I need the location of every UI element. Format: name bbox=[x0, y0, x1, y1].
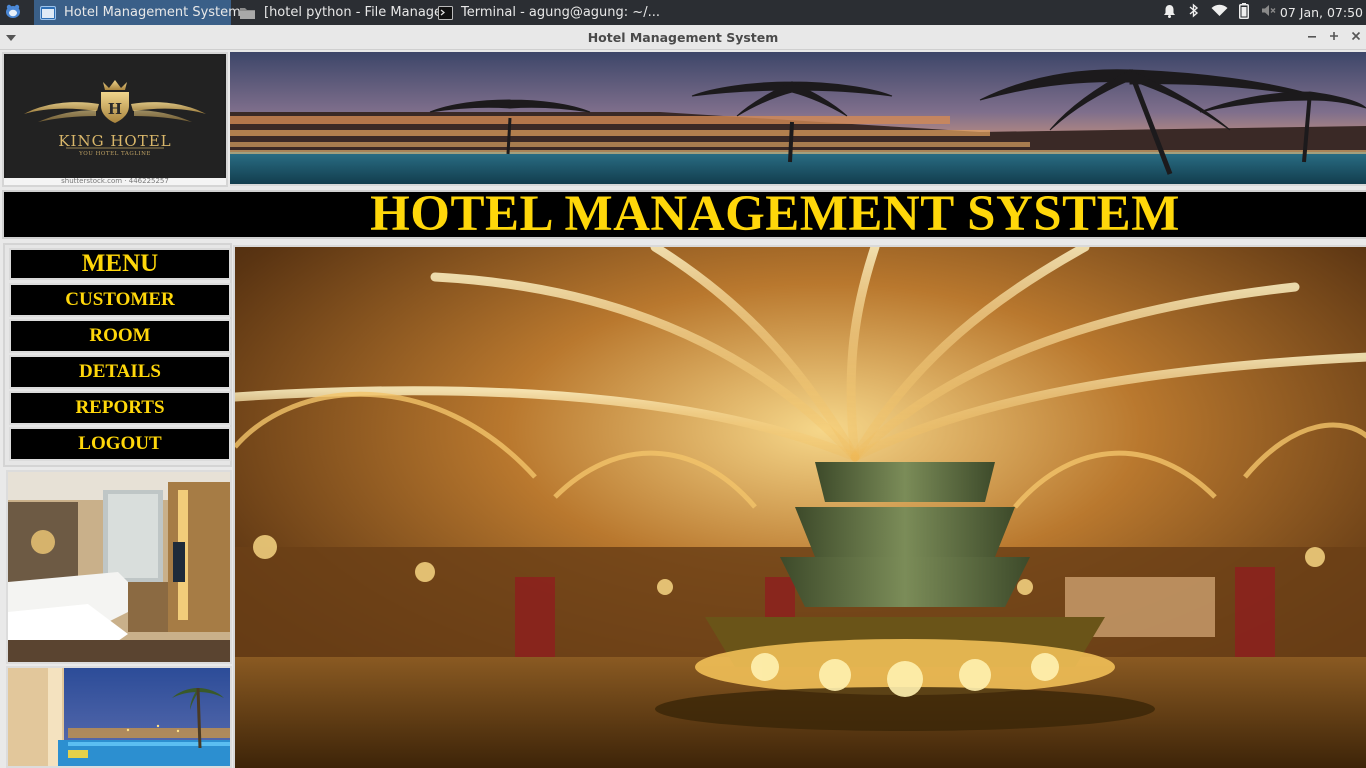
folder-icon bbox=[239, 5, 256, 20]
hotel-room-image bbox=[6, 470, 232, 664]
close-icon bbox=[1351, 30, 1361, 45]
page-title: HOTEL MANAGEMENT SYSTEM bbox=[370, 186, 1180, 242]
bell-icon bbox=[1163, 4, 1176, 22]
hotel-lobby-image bbox=[233, 245, 1366, 768]
battery-icon bbox=[1239, 2, 1249, 23]
app-content: H KING HOTEL YOU HOTEL TAGLINE shutterst… bbox=[0, 50, 1366, 768]
volume-button[interactable] bbox=[1259, 0, 1277, 25]
xfce-mouse-icon bbox=[4, 3, 22, 23]
bluetooth-button[interactable] bbox=[1186, 0, 1202, 25]
minimize-icon bbox=[1307, 30, 1317, 45]
taskbar-item-file-manager[interactable]: [hotel python - File Manager] bbox=[233, 0, 452, 25]
maximize-icon bbox=[1329, 30, 1339, 45]
svg-text:H: H bbox=[108, 100, 122, 118]
logo-artwork: H KING HOTEL YOU HOTEL TAGLINE bbox=[6, 56, 224, 180]
window-title: Hotel Management System bbox=[587, 30, 779, 45]
taskbar-item-label: Terminal - agung@agung: ~/... bbox=[461, 5, 660, 20]
notifications-button[interactable] bbox=[1160, 0, 1178, 25]
taskbar-item-label: [hotel python - File Manager] bbox=[264, 5, 453, 20]
logo-tagline: YOU HOTEL TAGLINE bbox=[79, 151, 151, 157]
menu-panel: MENU CUSTOMER ROOM DETAILS REPORTS LOGOU… bbox=[3, 243, 232, 467]
app-title-banner: HOTEL MANAGEMENT SYSTEM bbox=[2, 186, 1366, 242]
window-titlebar[interactable]: Hotel Management System bbox=[0, 25, 1366, 50]
minimize-button[interactable] bbox=[1304, 29, 1320, 45]
terminal-icon bbox=[438, 5, 453, 20]
details-button[interactable]: DETAILS bbox=[9, 355, 231, 389]
wifi-button[interactable] bbox=[1209, 0, 1229, 25]
clock[interactable]: 07 Jan, 07:50 bbox=[1280, 0, 1363, 25]
wifi-icon bbox=[1211, 4, 1228, 21]
logo-caption: shutterstock.com · 446225257 bbox=[4, 178, 226, 185]
app-launcher-button[interactable] bbox=[2, 2, 24, 23]
close-button[interactable] bbox=[1348, 29, 1364, 45]
maximize-button[interactable] bbox=[1326, 29, 1342, 45]
battery-button[interactable] bbox=[1236, 0, 1252, 25]
taskbar-item-label: Hotel Management System bbox=[64, 5, 241, 20]
logout-button[interactable]: LOGOUT bbox=[9, 427, 231, 461]
reports-button[interactable]: REPORTS bbox=[9, 391, 231, 425]
hotel-logo: H KING HOTEL YOU HOTEL TAGLINE shutterst… bbox=[2, 52, 228, 187]
menu-heading: MENU bbox=[9, 248, 231, 280]
volume-muted-icon bbox=[1261, 4, 1276, 21]
hotel-banner-image bbox=[230, 52, 1366, 186]
taskbar-item-hotel-app[interactable]: Hotel Management System bbox=[34, 0, 241, 25]
customer-button[interactable]: CUSTOMER bbox=[9, 283, 231, 317]
rooftop-pool-image bbox=[6, 666, 232, 768]
taskbar-item-terminal[interactable]: Terminal - agung@agung: ~/... bbox=[432, 0, 660, 25]
bluetooth-icon bbox=[1189, 3, 1199, 22]
logo-name: KING HOTEL bbox=[58, 132, 172, 150]
taskbar: Hotel Management System [hotel python - … bbox=[0, 0, 1366, 25]
room-button[interactable]: ROOM bbox=[9, 319, 231, 353]
app-window-icon bbox=[40, 5, 56, 20]
